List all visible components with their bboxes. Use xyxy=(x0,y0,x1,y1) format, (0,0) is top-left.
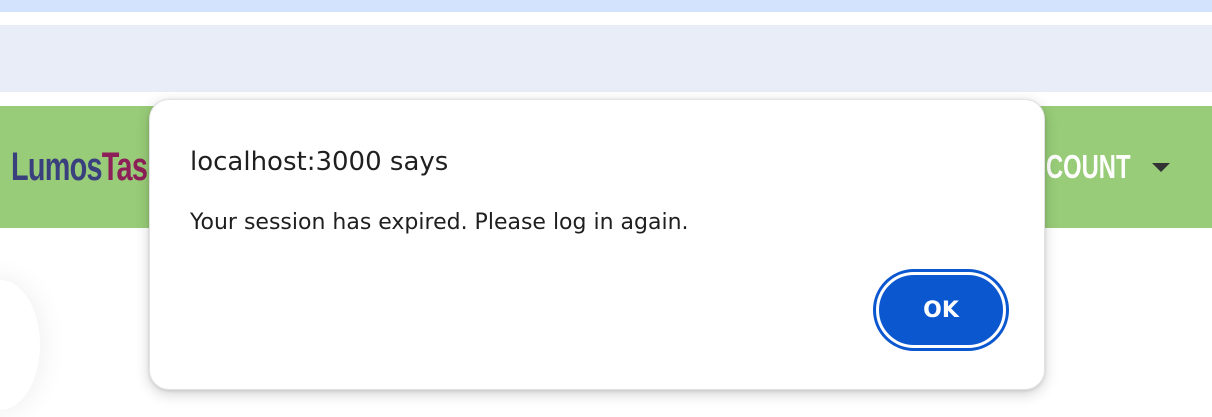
browser-toolbar-band xyxy=(0,25,1212,92)
page-content-edge xyxy=(0,280,40,410)
brand-logo[interactable]: LumosTas xyxy=(11,137,148,197)
brand-logo-part2: Tas xyxy=(101,145,148,189)
caret-down-icon xyxy=(1152,162,1170,172)
account-menu-label: COUNT xyxy=(1046,148,1131,185)
alert-dialog: localhost:3000 says Your session has exp… xyxy=(149,99,1045,390)
account-menu[interactable]: COUNT xyxy=(1046,142,1170,192)
dialog-title: localhost:3000 says xyxy=(190,147,449,177)
dialog-message: Your session has expired. Please log in … xyxy=(190,210,689,235)
brand-logo-part1: Lumos xyxy=(11,145,103,189)
ok-button[interactable]: OK xyxy=(873,269,1009,351)
browser-top-strip xyxy=(0,0,1212,12)
